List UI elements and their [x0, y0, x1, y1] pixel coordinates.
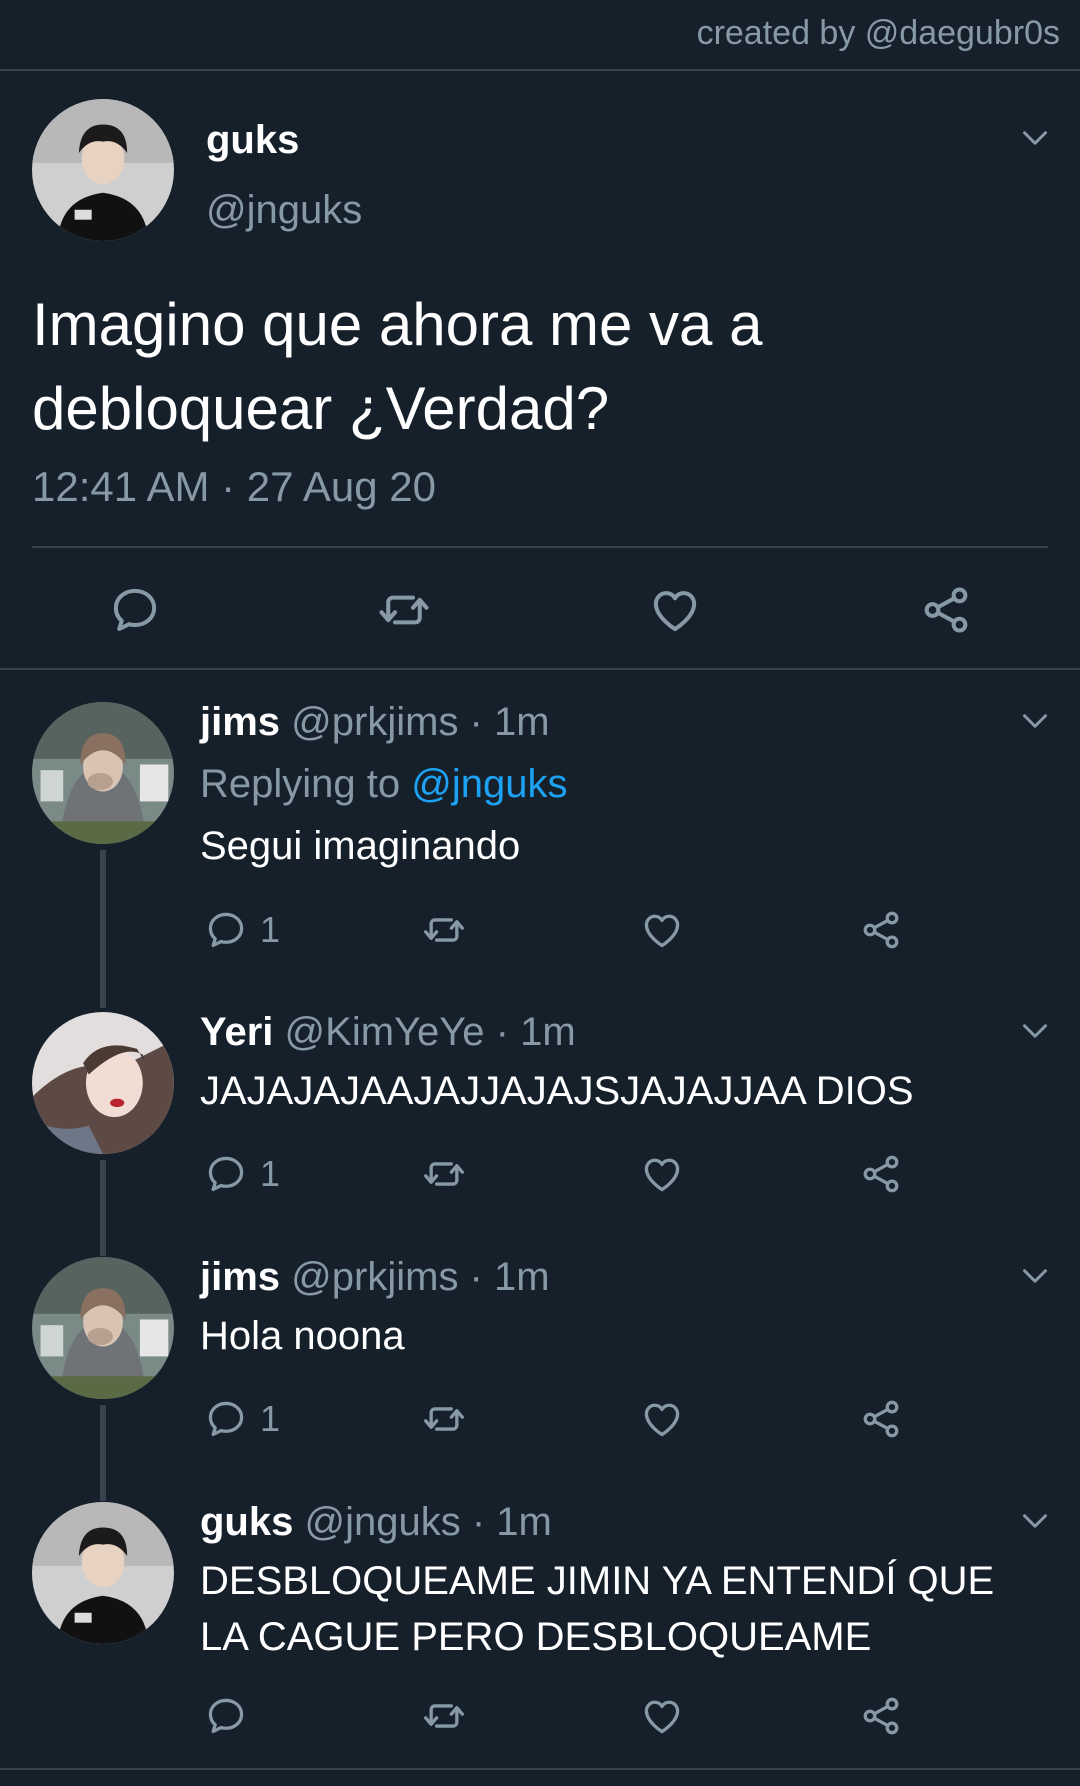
top-divider: [0, 69, 1080, 71]
author-name[interactable]: jims: [200, 700, 280, 744]
replying-to-line: Replying to @jnguks: [200, 762, 567, 807]
reply-button[interactable]: 1: [204, 1152, 280, 1196]
reply-icon: [204, 908, 248, 952]
author-handle[interactable]: @jnguks: [206, 188, 362, 233]
like-icon[interactable]: [648, 583, 702, 637]
retweet-icon[interactable]: [377, 583, 431, 637]
reply-text: Segui imaginando: [200, 824, 521, 868]
avatar[interactable]: [32, 99, 174, 241]
like-icon[interactable]: [640, 1152, 684, 1196]
reply-text: JAJAJAJAAJAJJAJAJSJAJAJJAA DIOS: [200, 1069, 914, 1113]
reply-icon: [204, 1694, 248, 1738]
reply-header: guks @jnguks · 1m: [200, 1500, 552, 1545]
main-action-bar: [0, 575, 1080, 645]
mention-link[interactable]: @jnguks: [411, 762, 567, 806]
bottom-divider: [0, 1768, 1080, 1770]
share-icon[interactable]: [919, 583, 973, 637]
reply-icon: [204, 1397, 248, 1441]
reply-header: jims @prkjims · 1m: [200, 1255, 550, 1300]
chevron-down-icon[interactable]: [1017, 1258, 1053, 1294]
reply-button[interactable]: 1: [204, 908, 280, 952]
like-icon[interactable]: [640, 1397, 684, 1441]
reply-header: Yeri @KimYeYe · 1m: [200, 1010, 576, 1055]
author-name[interactable]: guks: [200, 1500, 293, 1544]
retweet-icon[interactable]: [422, 1694, 466, 1738]
replying-label: Replying to: [200, 762, 401, 806]
reply-count: 1: [260, 909, 281, 950]
creator-credit: created by @daegubr0s: [696, 14, 1060, 52]
thread-line: [100, 1160, 106, 1256]
share-icon[interactable]: [859, 1152, 903, 1196]
author-meta: @prkjims · 1m: [291, 1255, 550, 1299]
reply-icon: [204, 1152, 248, 1196]
share-icon[interactable]: [859, 908, 903, 952]
share-icon[interactable]: [859, 1397, 903, 1441]
reply-text: DESBLOQUEAME JIMIN YA ENTENDÍ QUE LA CAG…: [200, 1559, 995, 1659]
reply-header: jims @prkjims · 1m: [200, 700, 550, 745]
like-icon[interactable]: [640, 1694, 684, 1738]
avatar[interactable]: [32, 1502, 174, 1644]
retweet-icon[interactable]: [422, 908, 466, 952]
reply-count: 1: [260, 1398, 281, 1439]
author-name[interactable]: Yeri: [200, 1010, 273, 1054]
share-icon[interactable]: [859, 1694, 903, 1738]
reply-icon[interactable]: [108, 583, 162, 637]
chevron-down-icon[interactable]: [1017, 1503, 1053, 1539]
chevron-down-icon[interactable]: [1017, 703, 1053, 739]
tweet-divider: [32, 546, 1048, 548]
chevron-down-icon[interactable]: [1017, 120, 1053, 156]
chevron-down-icon[interactable]: [1017, 1013, 1053, 1049]
like-icon[interactable]: [640, 908, 684, 952]
retweet-icon[interactable]: [422, 1152, 466, 1196]
main-bottom-divider: [0, 668, 1080, 670]
reply-button[interactable]: 1: [204, 1397, 280, 1441]
tweet-text: Imagino que ahora me va a debloquear ¿Ve…: [32, 291, 763, 442]
author-name[interactable]: jims: [200, 1255, 280, 1299]
avatar[interactable]: [32, 1257, 174, 1399]
retweet-icon[interactable]: [422, 1397, 466, 1441]
author-meta: @KimYeYe · 1m: [284, 1010, 576, 1054]
author-meta: @prkjims · 1m: [291, 700, 550, 744]
reply-text: Hola noona: [200, 1314, 405, 1358]
reply-count: 1: [260, 1153, 281, 1194]
author-meta: @jnguks · 1m: [304, 1500, 552, 1544]
thread-line: [100, 1405, 106, 1501]
avatar[interactable]: [32, 1012, 174, 1154]
avatar[interactable]: [32, 702, 174, 844]
author-name[interactable]: guks: [206, 118, 299, 163]
reply-button[interactable]: [204, 1694, 260, 1738]
tweet-timestamp: 12:41 AM · 27 Aug 20: [32, 463, 436, 510]
thread-line: [100, 850, 106, 1008]
